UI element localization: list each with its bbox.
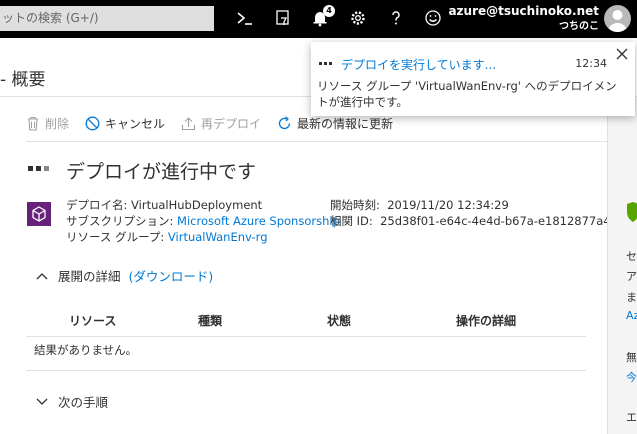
redeploy-label: 再デプロイ <box>201 116 262 131</box>
deployment-info-right: 開始時刻: 2019/11/20 12:34:29 相関 ID: 25d38f0… <box>330 197 625 229</box>
account-directory: つちのこ <box>559 21 599 32</box>
shield-icon <box>627 202 637 222</box>
refresh-icon <box>278 115 291 129</box>
account-email: azure@tsuchinoko.net <box>448 4 599 18</box>
deployment-info-left: デプロイ名: VirtualHubDeployment サブスクリプション: M… <box>66 197 340 245</box>
cancel-label: キャンセル <box>105 116 166 131</box>
feedback-smiley-icon[interactable] <box>421 7 445 31</box>
side-text-5: エ <box>626 411 637 424</box>
side-text-4: 無 <box>626 351 637 364</box>
page-title: - 概要 <box>0 70 46 90</box>
chevron-down-icon <box>36 398 48 405</box>
trash-icon <box>28 116 38 131</box>
delete-button[interactable]: 削除 <box>26 115 69 132</box>
next-steps-toggle[interactable]: 次の手順 <box>36 392 108 411</box>
download-link[interactable]: (ダウンロード) <box>128 266 213 285</box>
directory-filter-icon[interactable] <box>271 7 295 31</box>
column-header-operation-details[interactable]: 操作の詳細 <box>456 312 516 329</box>
gear-icon[interactable] <box>346 7 370 31</box>
column-header-resource[interactable]: リソース <box>69 312 116 329</box>
side-link-2[interactable]: 今 <box>626 369 637 385</box>
notification-message: リソース グループ 'VirtualWanEnv-rg' へのデプロイメントが進… <box>317 79 617 109</box>
side-text-2: ア <box>626 270 637 283</box>
cancel-icon <box>85 116 100 130</box>
side-text-3: ま <box>626 291 637 304</box>
next-steps-title: 次の手順 <box>58 395 109 410</box>
side-text-1: セ <box>626 250 637 263</box>
correlation-id-value: 25d38f01-e64c-4e4d-b67a-e1812877a4b0 <box>380 214 626 228</box>
resource-group-label: リソース グループ: <box>66 230 165 244</box>
search-input[interactable]: ットの検索 (G+/) <box>0 6 214 31</box>
deployment-cube-icon <box>27 202 51 226</box>
delete-label: 削除 <box>45 116 70 131</box>
refresh-button[interactable]: 最新の情報に更新 <box>277 115 393 132</box>
notification-toast[interactable]: デプロイを実行しています... 12:34 リソース グループ 'Virtual… <box>311 42 635 116</box>
in-progress-dots-icon <box>319 62 332 65</box>
cloud-shell-icon[interactable] <box>233 7 257 31</box>
table-header-divider <box>26 336 586 337</box>
deployment-details-title: 展開の詳細 <box>58 269 121 284</box>
column-header-status[interactable]: 状態 <box>327 312 351 329</box>
notification-badge: 4 <box>323 5 335 17</box>
notification-time: 12:34 <box>575 57 607 70</box>
refresh-label: 最新の情報に更新 <box>297 116 394 131</box>
deployment-name-value: VirtualHubDeployment <box>131 198 263 212</box>
upload-icon <box>181 116 196 130</box>
help-icon[interactable] <box>384 7 408 31</box>
search-placeholder: ットの検索 (G+/) <box>2 11 99 25</box>
subscription-link[interactable]: Microsoft Azure Sponsorship <box>177 214 340 228</box>
deployment-details-toggle[interactable]: 展開の詳細 (ダウンロード) <box>36 266 213 285</box>
close-icon[interactable] <box>616 48 628 64</box>
resource-group-link[interactable]: VirtualWanEnv-rg <box>168 230 268 244</box>
top-bar: ットの検索 (G+/) 4 azure@tsuchinoko.net つちのこ <box>0 0 637 38</box>
chevron-up-icon <box>36 272 48 279</box>
subscription-label: サブスクリプション: <box>66 214 174 228</box>
start-time-label: 開始時刻: <box>330 198 380 212</box>
command-bar-divider <box>26 141 607 142</box>
notification-title[interactable]: デプロイを実行しています... <box>341 56 496 73</box>
column-header-type[interactable]: 種類 <box>198 312 222 329</box>
redeploy-button[interactable]: 再デプロイ <box>181 115 261 132</box>
start-time-value: 2019/11/20 12:34:29 <box>387 198 509 212</box>
empty-results-text: 結果がありません。 <box>34 343 138 357</box>
deployment-name-label: デプロイ名: <box>66 198 128 212</box>
deployment-heading: デプロイが進行中です <box>66 161 257 183</box>
avatar[interactable] <box>604 5 631 32</box>
table-bottom-divider <box>26 370 586 371</box>
side-link-1[interactable]: Az <box>626 309 637 322</box>
cancel-button[interactable]: キャンセル <box>85 115 165 132</box>
in-progress-dots-icon <box>28 166 49 171</box>
correlation-id-label: 相関 ID: <box>330 214 373 228</box>
account-info[interactable]: azure@tsuchinoko.net つちのこ <box>448 4 599 34</box>
